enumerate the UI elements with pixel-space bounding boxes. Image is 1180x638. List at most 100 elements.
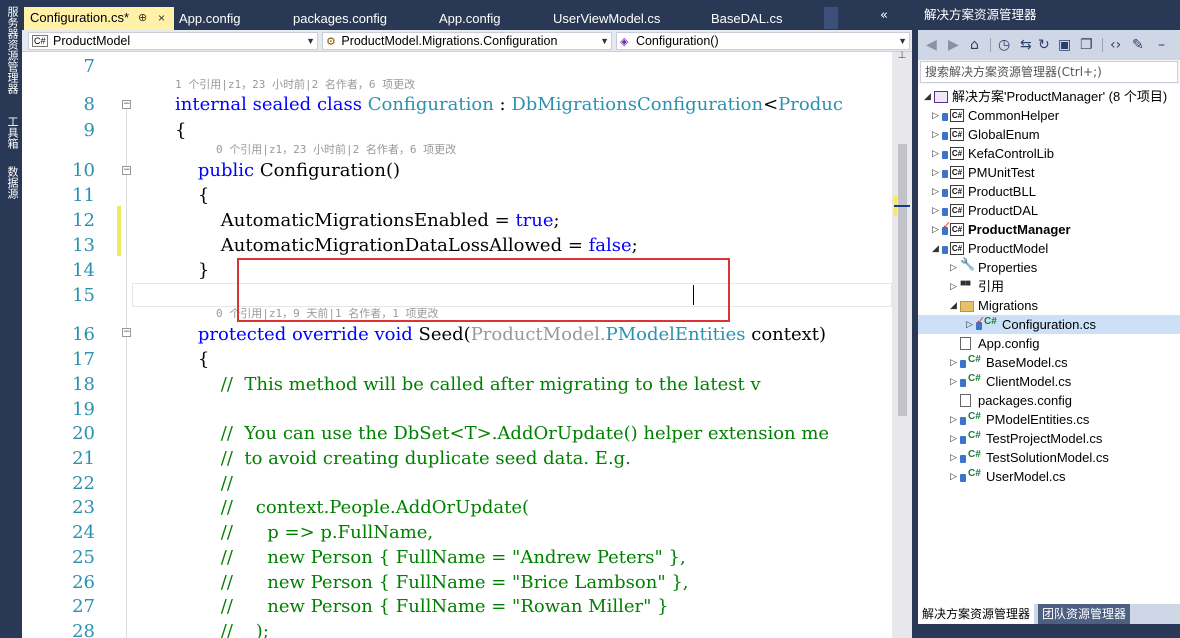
tree-item[interactable]: ▷ C# TestSolutionModel.cs [918, 448, 1180, 467]
tab-overflow-icon[interactable]: « [880, 8, 888, 23]
code-line[interactable]: 9{ [22, 118, 892, 143]
project-dropdown[interactable]: C# ProductModel ▼ [28, 32, 318, 50]
tree-item[interactable]: App.config [918, 334, 1180, 353]
history-icon[interactable]: ◷ [998, 37, 1010, 53]
server-explorer-tab[interactable]: 服务器资源管理器 [2, 6, 20, 94]
tree-item[interactable]: ▷ C# PModelEntities.cs [918, 410, 1180, 429]
code-editor: Configuration.cs* ⊕ × App.config package… [22, 0, 912, 638]
tree-item[interactable]: ▷ C# BaseModel.cs [918, 353, 1180, 372]
code-line[interactable]: 28 // ); [22, 619, 892, 638]
tab-basedal-cs[interactable]: BaseDAL.cs [711, 8, 783, 30]
code-line[interactable]: 20 // You can use the DbSet<T>.AddOrUpda… [22, 421, 892, 446]
toolbox-tab[interactable]: 工具箱 [2, 116, 20, 149]
tree-item[interactable]: ▷ C# ProductDAL [918, 201, 1180, 220]
collapsed-arrow-icon[interactable]: ▷ [950, 448, 957, 467]
collapsed-arrow-icon[interactable]: ▷ [932, 144, 939, 163]
codelens-info[interactable]: 1 个引用|z1，23 小时前|2 名作者，6 项更改 [175, 78, 415, 92]
tree-item[interactable]: ▷ ✓ C# ProductManager [918, 220, 1180, 239]
expanded-arrow-icon[interactable]: ◢ [950, 296, 957, 315]
code-line[interactable]: 10 public Configuration() [22, 158, 892, 183]
tab-solution-explorer[interactable]: 解决方案资源管理器 [918, 604, 1035, 624]
view-code-icon[interactable]: ‹› [1110, 37, 1121, 53]
expanded-arrow-icon[interactable]: ◢ [932, 239, 939, 258]
tab-userviewmodel-cs[interactable]: UserViewModel.cs [553, 8, 660, 30]
code-line[interactable]: 17 { [22, 347, 892, 372]
vertical-scrollbar[interactable]: ⊥ [892, 51, 912, 638]
fold-toggle-ctor[interactable]: − [122, 166, 131, 175]
code-line[interactable]: 7 [22, 54, 892, 79]
code-line[interactable]: 27 // new Person { FullName = "Rowan Mil… [22, 594, 892, 619]
refresh-icon[interactable]: ↻ [1038, 37, 1050, 53]
show-all-files-icon[interactable]: ❐ [1080, 37, 1093, 53]
code-line[interactable]: 22 // [22, 471, 892, 496]
code-text-area[interactable]: 7 8 internal sealed class Configuration : … [22, 52, 892, 638]
tree-item[interactable]: ▷ 🔧 Properties [918, 258, 1180, 277]
expanded-arrow-icon[interactable]: ◢ [924, 87, 931, 106]
tree-item[interactable]: ▷ ■■ 引用 [918, 277, 1180, 296]
collapsed-arrow-icon[interactable]: ▷ [932, 220, 939, 239]
tab-configuration-cs[interactable]: Configuration.cs* ⊕ × [24, 7, 174, 30]
collapsed-arrow-icon[interactable]: ▷ [950, 467, 957, 486]
code-line[interactable]: 23 // context.People.AddOrUpdate( [22, 495, 892, 520]
tree-item[interactable]: ▷ C# KefaControlLib [918, 144, 1180, 163]
tree-item[interactable]: packages.config [918, 391, 1180, 410]
code-line[interactable]: 16 protected override void Seed(ProductM… [22, 322, 892, 347]
tree-item[interactable]: ▷ ✓ C# Configuration.cs [918, 315, 1180, 334]
tree-item[interactable]: ◢ 解决方案'ProductManager' (8 个项目) [918, 87, 1180, 106]
codelens-info[interactable]: 0 个引用|z1，23 小时前|2 名作者，6 项更改 [216, 143, 456, 157]
code-line[interactable]: 13 AutomaticMigrationDataLossAllowed = f… [22, 233, 892, 258]
collapsed-arrow-icon[interactable]: ▷ [932, 163, 939, 182]
tree-item[interactable]: ▷ C# CommonHelper [918, 106, 1180, 125]
collapsed-arrow-icon[interactable]: ▷ [950, 353, 957, 372]
forward-icon[interactable]: ▶ [948, 37, 959, 53]
code-line[interactable]: 25 // new Person { FullName = "Andrew Pe… [22, 545, 892, 570]
solution-search-input[interactable]: 搜索解决方案资源管理器(Ctrl+;) [920, 61, 1178, 83]
collapsed-arrow-icon[interactable]: ▷ [932, 201, 939, 220]
tree-item[interactable]: ◢ Migrations [918, 296, 1180, 315]
home-icon[interactable]: ⌂ [970, 37, 979, 53]
tree-item[interactable]: ▷ C# PMUnitTest [918, 163, 1180, 182]
tree-item[interactable]: ▷ C# ProductBLL [918, 182, 1180, 201]
back-icon[interactable]: ◀ [926, 37, 937, 53]
tree-item[interactable]: ◢ C# ProductModel [918, 239, 1180, 258]
collapsed-arrow-icon[interactable]: ▷ [950, 410, 957, 429]
overflow-icon[interactable]: – [1158, 37, 1165, 53]
collapse-all-icon[interactable]: ▣ [1058, 37, 1071, 53]
pin-icon[interactable]: ⊕ [138, 7, 147, 29]
tree-item[interactable]: ▷ C# GlobalEnum [918, 125, 1180, 144]
collapsed-arrow-icon[interactable]: ▷ [950, 258, 957, 277]
close-icon[interactable]: × [158, 7, 165, 29]
class-dropdown[interactable]: ⚙ ProductModel.Migrations.Configuration … [322, 32, 612, 50]
collapsed-arrow-icon[interactable]: ▷ [950, 372, 957, 391]
collapsed-arrow-icon[interactable]: ▷ [950, 277, 957, 296]
code-line[interactable]: 11 { [22, 183, 892, 208]
collapsed-arrow-icon[interactable]: ▷ [932, 125, 939, 144]
code-line[interactable]: 8 internal sealed class Configuration : D… [22, 92, 892, 117]
tab-app-config[interactable]: App.config [179, 8, 240, 30]
sync-icon[interactable]: ⇆ [1020, 37, 1032, 53]
fold-toggle-class[interactable]: − [122, 100, 131, 109]
member-dropdown[interactable]: ◈ Configuration() ▼ [616, 32, 910, 50]
tree-item[interactable]: ▷ C# UserModel.cs [918, 467, 1180, 486]
collapsed-arrow-icon[interactable]: ▷ [932, 182, 939, 201]
code-line[interactable]: 19 [22, 397, 892, 422]
fold-toggle-seed[interactable]: − [122, 328, 131, 337]
code-line[interactable]: 12 AutomaticMigrationsEnabled = true; [22, 208, 892, 233]
code-line[interactable]: 18 // This method will be called after m… [22, 372, 892, 397]
code-line[interactable]: 21 // to avoid creating duplicate seed d… [22, 446, 892, 471]
tab-app-config-2[interactable]: App.config [439, 8, 500, 30]
code-line[interactable]: 26 // new Person { FullName = "Brice Lam… [22, 570, 892, 595]
tab-team-explorer[interactable]: 团队资源管理器 [1038, 604, 1131, 624]
collapsed-arrow-icon[interactable]: ▷ [932, 106, 939, 125]
tree-item[interactable]: ▷ C# ClientModel.cs [918, 372, 1180, 391]
collapsed-arrow-icon[interactable]: ▷ [950, 429, 957, 448]
tab-packages-config[interactable]: packages.config [293, 8, 387, 30]
properties-wrench-icon[interactable]: ✎ [1132, 37, 1144, 53]
collapsed-arrow-icon[interactable]: ▷ [966, 315, 973, 334]
code-token: ProductModel. [470, 324, 606, 345]
data-sources-tab[interactable]: 数据源 [2, 166, 20, 199]
tree-item[interactable]: ▷ C# TestProjectModel.cs [918, 429, 1180, 448]
code-line[interactable]: 24 // p => p.FullName, [22, 520, 892, 545]
split-handle-icon[interactable]: ⊥ [892, 51, 912, 61]
scrollbar-thumb[interactable] [898, 144, 907, 416]
